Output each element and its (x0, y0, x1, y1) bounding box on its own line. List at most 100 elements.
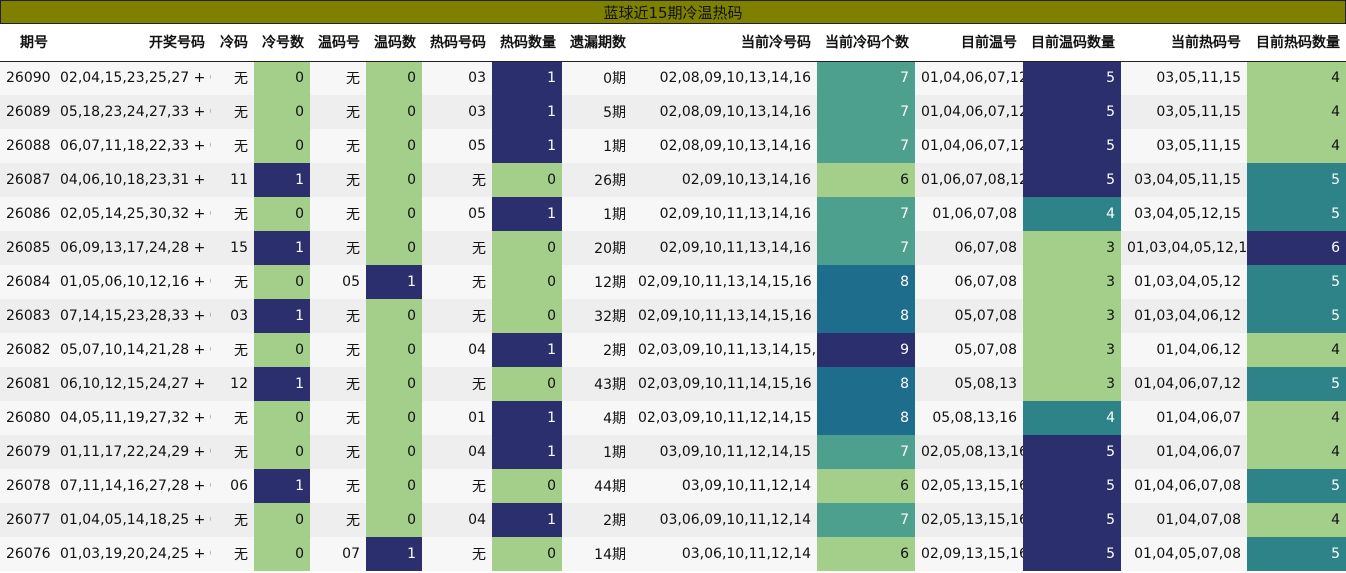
table-cell: 01,04,07,08 (1121, 503, 1247, 537)
table-cell: 12 (211, 367, 254, 401)
table-row[interactable]: 26088 06,07,11,18,22,33 + 05 无 0 无 0 05 1 1期 02,0… (0, 129, 1346, 163)
table-cell: 无 (310, 333, 366, 367)
table-cell: 1 (492, 401, 562, 435)
col-header[interactable]: 温码号 (310, 24, 366, 62)
table-cell: 无 (422, 299, 492, 333)
table-cell: 7 (817, 95, 915, 129)
col-header[interactable]: 温码数 (366, 24, 422, 62)
table-cell: 04 (422, 435, 492, 469)
cold-warm-hot-table: 期号 开奖号码 冷码 冷号数 温码号 温码数 热码号码 热码数量 遗漏期数 当前… (0, 24, 1346, 571)
table-cell: 1 (492, 95, 562, 129)
table-cell: 无 (310, 503, 366, 537)
table-cell: 04,06,10,18,23,31 + 11 (54, 163, 211, 197)
col-header[interactable]: 目前热码数量 (1247, 24, 1346, 62)
col-header[interactable]: 期号 (0, 24, 54, 62)
table-cell: 6 (1247, 231, 1346, 265)
table-cell: 1 (492, 435, 562, 469)
table-cell: 7 (817, 503, 915, 537)
table-cell: 12期 (562, 265, 632, 299)
table-cell: 05,07,08 (915, 299, 1023, 333)
table-cell: 26086 (0, 197, 54, 231)
table-row[interactable]: 26090 02,04,15,23,25,27 + 03 无 0 无 0 03 1 0期 02,0… (0, 61, 1346, 95)
table-cell: 0 (366, 95, 422, 129)
table-cell: 1期 (562, 435, 632, 469)
table-cell: 5 (1247, 469, 1346, 503)
table-cell: 0 (254, 537, 310, 571)
col-header[interactable]: 冷码 (211, 24, 254, 62)
table-body: 26090 02,04,15,23,25,27 + 03 无 0 无 0 03 1 0期 02,0… (0, 61, 1346, 571)
table-cell: 05,08,13,16 (915, 401, 1023, 435)
table-cell: 6 (817, 537, 915, 571)
table-cell: 1 (254, 367, 310, 401)
table-cell: 01 (422, 401, 492, 435)
table-cell: 1 (492, 333, 562, 367)
table-cell: 06,07,11,18,22,33 + 05 (54, 129, 211, 163)
table-row[interactable]: 26089 05,18,23,24,27,33 + 03 无 0 无 0 03 1 5期 02,0… (0, 95, 1346, 129)
table-cell: 03 (422, 61, 492, 95)
col-header[interactable]: 热码数量 (492, 24, 562, 62)
table-cell: 1 (254, 231, 310, 265)
table-cell: 0 (254, 95, 310, 129)
table-cell: 无 (211, 537, 254, 571)
col-header[interactable]: 目前温码数量 (1023, 24, 1121, 62)
table-cell: 04 (422, 503, 492, 537)
col-header[interactable]: 当前冷号码 (632, 24, 817, 62)
table-cell: 03,05,11,15 (1121, 61, 1247, 95)
table-cell: 0 (366, 333, 422, 367)
col-header[interactable]: 冷号数 (254, 24, 310, 62)
table-row[interactable]: 26077 01,04,05,14,18,25 + 04 无 0 无 0 04 1 2期 03,0… (0, 503, 1346, 537)
table-row[interactable]: 26084 01,05,06,10,12,16 + 05 无 0 05 1 无 0 12期 02,… (0, 265, 1346, 299)
table-cell: 无 (310, 231, 366, 265)
table-cell: 05 (422, 129, 492, 163)
col-header[interactable]: 开奖号码 (54, 24, 211, 62)
col-header[interactable]: 当前热码号 (1121, 24, 1247, 62)
col-header[interactable]: 遗漏期数 (562, 24, 632, 62)
table-cell: 0 (254, 333, 310, 367)
table-cell: 03,05,11,15 (1121, 95, 1247, 129)
table-row[interactable]: 26081 06,10,12,15,24,27 + 12 12 1 无 0 无 0 43期 02,… (0, 367, 1346, 401)
table-cell: 无 (310, 95, 366, 129)
table-cell: 1期 (562, 129, 632, 163)
table-row[interactable]: 26082 05,07,10,14,21,28 + 04 无 0 无 0 04 1 2期 02,0… (0, 333, 1346, 367)
table-row[interactable]: 26087 04,06,10,18,23,31 + 11 11 1 无 0 无 0 26期 02,… (0, 163, 1346, 197)
table-cell: 4 (1247, 333, 1346, 367)
table-cell: 无 (422, 231, 492, 265)
table-cell: 06 (211, 469, 254, 503)
table-row[interactable]: 26076 01,03,19,20,24,25 + 07 无 0 07 1 无 0 14期 03,… (0, 537, 1346, 571)
table-cell: 无 (211, 503, 254, 537)
table-cell: 无 (211, 95, 254, 129)
col-header[interactable]: 目前温号 (915, 24, 1023, 62)
table-cell: 无 (422, 537, 492, 571)
table-cell: 2期 (562, 333, 632, 367)
table-cell: 02,03,09,10,11,14,15,16 (632, 367, 817, 401)
header-row: 期号 开奖号码 冷码 冷号数 温码号 温码数 热码号码 热码数量 遗漏期数 当前… (0, 24, 1346, 62)
table-cell: 0 (366, 197, 422, 231)
table-cell: 26088 (0, 129, 54, 163)
table-row[interactable]: 26085 06,09,13,17,24,28 + 15 15 1 无 0 无 0 20期 02,… (0, 231, 1346, 265)
col-header[interactable]: 当前冷码个数 (817, 24, 915, 62)
table-row[interactable]: 26083 07,14,15,23,28,33 + 03 03 1 无 0 无 0 32期 02,… (0, 299, 1346, 333)
table-cell: 06,07,08 (915, 265, 1023, 299)
table-cell: 6 (817, 469, 915, 503)
table-cell: 1期 (562, 197, 632, 231)
table-cell: 01,06,07,08,12 (915, 163, 1023, 197)
col-header[interactable]: 热码号码 (422, 24, 492, 62)
table-cell: 8 (817, 401, 915, 435)
table-cell: 05,18,23,24,27,33 + 03 (54, 95, 211, 129)
table-cell: 1 (492, 129, 562, 163)
table-cell: 3 (1023, 367, 1121, 401)
table-cell: 无 (310, 469, 366, 503)
table-cell: 15 (211, 231, 254, 265)
table-row[interactable]: 26080 04,05,11,19,27,32 + 01 无 0 无 0 01 1 4期 02,0… (0, 401, 1346, 435)
table-row[interactable]: 26079 01,11,17,22,24,29 + 04 无 0 无 0 04 1 1期 03,0… (0, 435, 1346, 469)
table-cell: 0 (254, 401, 310, 435)
table-cell: 05,07,10,14,21,28 + 04 (54, 333, 211, 367)
table-cell: 0 (366, 503, 422, 537)
table-cell: 01,11,17,22,24,29 + 04 (54, 435, 211, 469)
table-cell: 4 (1023, 401, 1121, 435)
table-cell: 0 (366, 367, 422, 401)
table-cell: 无 (422, 265, 492, 299)
table-row[interactable]: 26086 02,05,14,25,30,32 + 05 无 0 无 0 05 1 1期 02,0… (0, 197, 1346, 231)
table-row[interactable]: 26078 07,11,14,16,27,28 + 06 06 1 无 0 无 0 44期 03,… (0, 469, 1346, 503)
table-cell: 1 (254, 163, 310, 197)
